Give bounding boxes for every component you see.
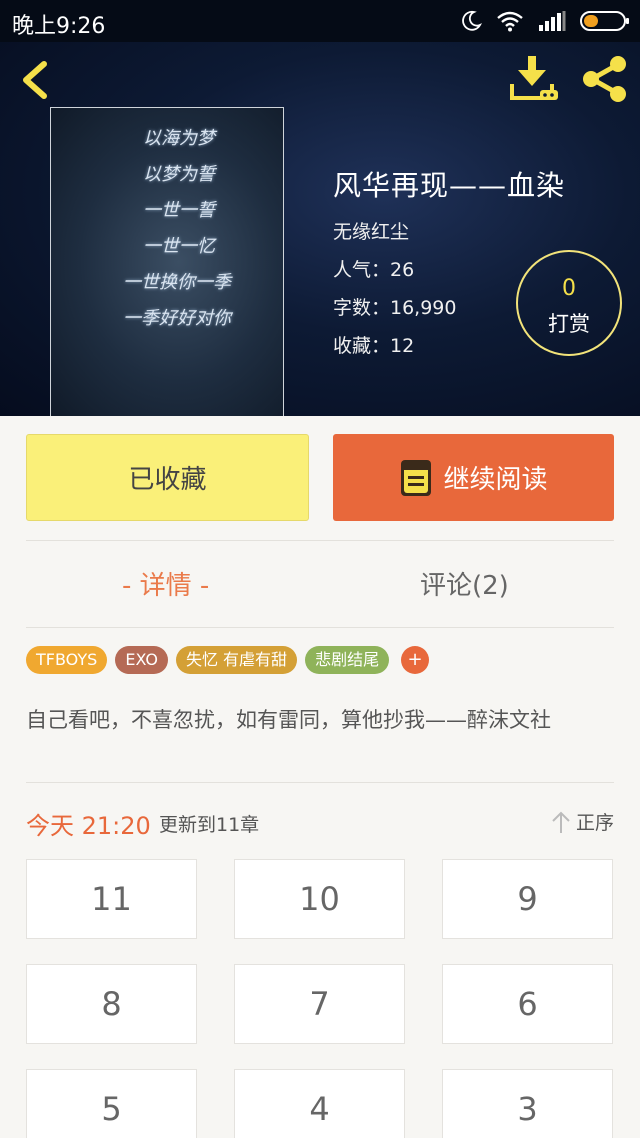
reward-count: 0 (562, 276, 576, 301)
book-favorites: 收藏：12 (333, 335, 415, 357)
collected-label: 已收藏 (128, 465, 207, 495)
chapter-button[interactable]: 11 (26, 859, 197, 939)
signal-icon (539, 11, 566, 31)
continue-reading-label: 继续阅读 (443, 465, 548, 495)
download-button[interactable] (506, 54, 562, 102)
sort-label: 正序 (575, 812, 614, 834)
wifi-icon (497, 11, 523, 32)
moon-icon (462, 10, 482, 31)
status-icons (460, 8, 630, 34)
tab-detail[interactable]: - 详情 - (122, 565, 209, 602)
chapter-button[interactable]: 8 (26, 964, 197, 1044)
reward-label: 打赏 (548, 312, 590, 336)
divider (26, 540, 614, 541)
chapter-button[interactable]: 7 (234, 964, 405, 1044)
book-info: 风华再现——血染 无缘红尘 人气：26 字数：16,990 收藏：12 (333, 164, 566, 357)
tab-comments[interactable]: 评论(2) (420, 565, 509, 602)
collected-button[interactable]: 已收藏 (26, 434, 309, 521)
reward-button[interactable]: 0 打赏 (516, 250, 622, 356)
tag-list: TFBOYS EXO 失忆 有虐有甜 悲剧结尾 + (26, 646, 430, 674)
chapter-button[interactable]: 10 (234, 859, 405, 939)
divider (26, 782, 614, 783)
cover-line: 以海为梦 (143, 128, 215, 149)
cover-line: 一世一忆 (143, 236, 215, 257)
battery-icon (580, 11, 629, 31)
sort-button[interactable]: 正序 (550, 808, 614, 835)
chapter-button[interactable]: 9 (442, 859, 613, 939)
tag[interactable]: 失忆 有虐有甜 (175, 646, 298, 674)
chapter-button[interactable]: 4 (234, 1069, 405, 1138)
divider (26, 627, 614, 628)
cover-line: 一季好好对你 (123, 308, 231, 329)
status-time: 晚上9:26 (12, 14, 106, 39)
book-cover[interactable]: 以海为梦 以梦为誓 一世一誓 一世一忆 一世换你一季 一季好好对你 (50, 107, 284, 416)
continue-reading-button[interactable]: 继续阅读 (333, 434, 614, 521)
chapter-button[interactable]: 3 (442, 1069, 613, 1138)
back-button[interactable] (18, 60, 52, 100)
share-icon (583, 56, 626, 102)
book-title: 风华再现——血染 (333, 169, 566, 202)
tag[interactable]: EXO (115, 646, 168, 674)
download-icon (510, 56, 558, 100)
cover-line: 一世换你一季 (123, 272, 231, 293)
cover-line: 一世一誓 (143, 200, 215, 221)
book-header: 以海为梦 以梦为誓 一世一誓 一世一忆 一世换你一季 一季好好对你 风华再现——… (0, 42, 640, 416)
book-description: 自己看吧，不喜忽扰，如有雷同，算他抄我——醉沫文社 (26, 708, 551, 732)
update-row: 今天 21:20 更新到11章 正序 (26, 804, 614, 840)
chapter-button[interactable]: 6 (442, 964, 613, 1044)
cover-line: 以梦为誓 (143, 164, 215, 185)
status-bar: 晚上9:26 (0, 0, 640, 42)
update-time: 今天 21:20 (26, 812, 151, 840)
arrow-up-icon (552, 811, 570, 833)
chapter-button[interactable]: 5 (26, 1069, 197, 1138)
tag[interactable]: TFBOYS (26, 646, 108, 674)
book-popularity: 人气：26 (333, 259, 415, 281)
update-text: 更新到11章 (159, 814, 260, 836)
book-author[interactable]: 无缘红尘 (333, 217, 409, 244)
add-tag-button[interactable]: + (401, 646, 430, 674)
tag[interactable]: 悲剧结尾 (305, 646, 390, 674)
share-button[interactable] (580, 54, 630, 104)
book-word-count: 字数：16,990 (333, 297, 457, 319)
book-icon (401, 459, 432, 496)
back-arrow-icon (23, 61, 47, 99)
